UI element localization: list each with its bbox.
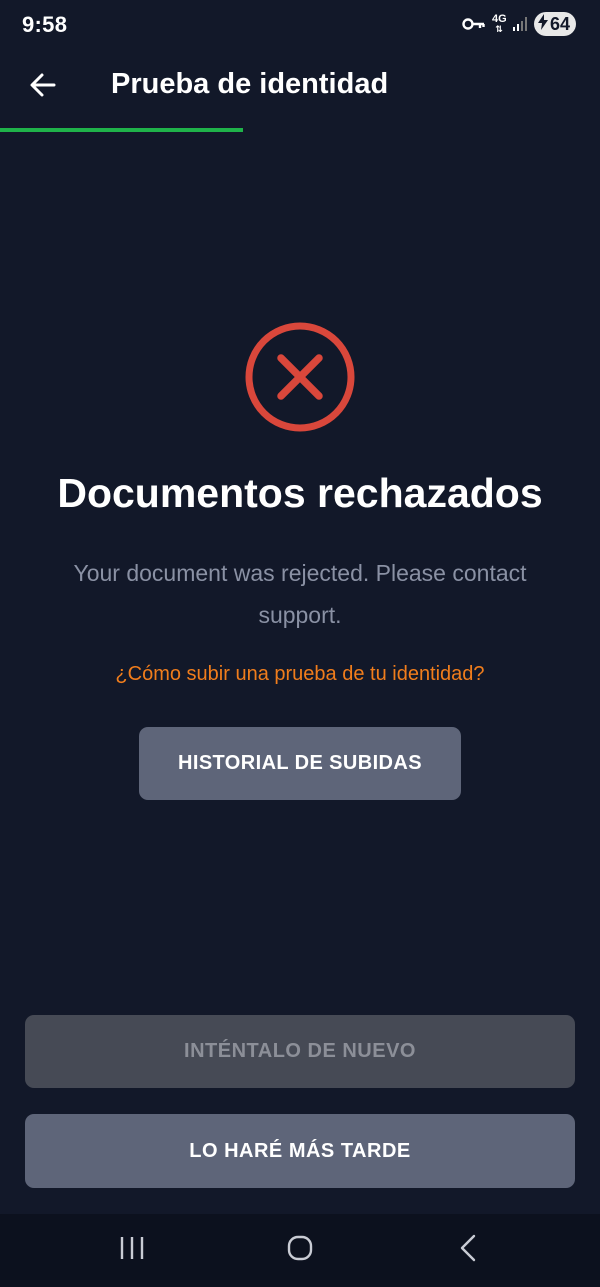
signal-icon — [512, 16, 528, 32]
app-bar: Prueba de identidad — [0, 44, 600, 128]
progress-fill — [0, 128, 243, 132]
upload-history-button[interactable]: HISTORIAL DE SUBIDAS — [139, 727, 461, 800]
page-title: Prueba de identidad — [111, 68, 389, 100]
progress-bar — [0, 128, 600, 132]
status-bar: 9:58 4G ⇅ 64 — [0, 0, 600, 44]
circle-x-icon — [243, 320, 357, 434]
nav-back-button[interactable] — [448, 1232, 488, 1268]
screen: 9:58 4G ⇅ 64 Prueba de identidad Documen… — [0, 0, 600, 1287]
retry-button[interactable]: INTÉNTALO DE NUEVO — [25, 1015, 575, 1088]
battery-indicator: 64 — [533, 12, 576, 36]
status-icons: 4G ⇅ 64 — [462, 12, 576, 36]
status-message: Your document was rejected. Please conta… — [73, 560, 527, 628]
back-button[interactable] — [22, 66, 64, 108]
battery-level: 64 — [549, 13, 570, 34]
network-4g-icon: 4G ⇅ — [491, 13, 507, 35]
status-title: Documentos rechazados — [57, 470, 543, 516]
battery-charging-icon — [537, 13, 548, 35]
back-icon — [456, 1233, 480, 1268]
later-button[interactable]: LO HARÉ MÁS TARDE — [25, 1114, 575, 1188]
status-time: 9:58 — [22, 12, 68, 37]
home-icon — [286, 1234, 314, 1267]
vpn-key-icon — [462, 17, 486, 31]
system-nav-bar — [0, 1214, 600, 1287]
home-button[interactable] — [280, 1232, 320, 1268]
recent-apps-button[interactable] — [112, 1232, 152, 1268]
help-link[interactable]: ¿Cómo subir una prueba de tu identidad? — [0, 663, 600, 686]
arrow-left-icon — [29, 71, 57, 104]
recent-apps-icon — [118, 1235, 146, 1266]
